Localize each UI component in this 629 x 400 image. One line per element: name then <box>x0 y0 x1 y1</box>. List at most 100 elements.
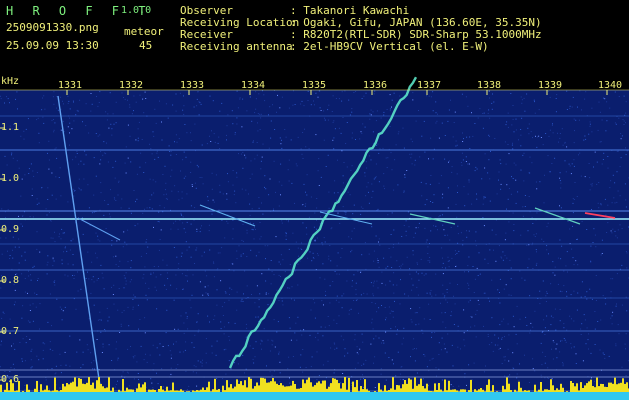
signal-bar <box>246 387 248 392</box>
noise-dot <box>138 328 139 330</box>
noise-dot <box>268 147 270 149</box>
noise-dot <box>328 325 330 327</box>
noise-dot <box>225 292 227 294</box>
noise-dot <box>193 106 195 108</box>
noise-dot <box>221 306 223 308</box>
signal-bar <box>194 391 196 392</box>
noise-dot <box>79 188 80 190</box>
noise-dot <box>238 245 240 247</box>
noise-dot <box>438 182 440 184</box>
noise-dot <box>204 270 206 272</box>
noise-dot <box>181 273 183 275</box>
noise-dot <box>288 180 290 182</box>
noise-dot <box>319 107 321 109</box>
signal-bar <box>492 385 494 392</box>
noise-dot <box>592 242 594 243</box>
noise-dot <box>255 316 257 318</box>
noise-dot <box>73 195 75 197</box>
noise-dot <box>301 334 303 336</box>
signal-bar <box>236 379 238 392</box>
noise-dot <box>12 249 13 251</box>
noise-dot <box>9 371 11 372</box>
noise-dot <box>317 254 319 256</box>
signal-bar <box>258 385 260 392</box>
noise-dot <box>287 287 289 289</box>
noise-dot <box>322 244 324 246</box>
signal-bar <box>22 391 24 392</box>
signal-bar <box>480 388 482 392</box>
noise-dot <box>108 127 110 129</box>
noise-dot <box>73 188 75 190</box>
signal-bar <box>504 389 506 392</box>
noise-dot <box>260 113 262 115</box>
noise-dot <box>282 259 284 261</box>
noise-dot <box>300 248 302 250</box>
noise-dot <box>103 141 105 143</box>
noise-dot <box>220 321 222 323</box>
signal-bar <box>226 380 228 392</box>
noise-dot <box>398 266 400 267</box>
signal-bar <box>260 377 262 392</box>
noise-dot <box>127 157 129 159</box>
noise-dot <box>130 267 132 269</box>
noise-dot <box>539 303 541 305</box>
noise-dot <box>5 217 6 219</box>
filename-label: 2509091330.png <box>6 21 99 34</box>
noise-dot <box>222 378 224 380</box>
noise-dot <box>154 108 156 110</box>
noise-dot <box>328 258 330 260</box>
noise-dot <box>614 202 616 204</box>
noise-dot <box>584 135 586 137</box>
noise-dot <box>118 180 120 182</box>
noise-dot <box>30 359 32 361</box>
noise-dot <box>72 264 74 266</box>
signal-bar <box>382 391 384 392</box>
noise-dot <box>594 234 596 236</box>
noise-dot <box>441 197 443 199</box>
noise-dot <box>280 143 282 145</box>
noise-dot <box>573 199 575 200</box>
noise-dot <box>158 266 159 268</box>
noise-dot <box>395 144 397 146</box>
noise-dot <box>430 290 432 292</box>
signal-bar <box>74 377 76 392</box>
noise-dot <box>373 93 375 95</box>
noise-dot <box>285 235 287 237</box>
noise-dot <box>298 255 299 257</box>
noise-dot <box>180 255 182 257</box>
signal-bar <box>394 389 396 392</box>
noise-dot <box>469 299 471 301</box>
noise-dot <box>268 114 269 116</box>
noise-dot <box>100 159 102 161</box>
noise-dot <box>348 236 350 238</box>
noise-dot <box>276 331 278 333</box>
noise-dot <box>185 312 187 314</box>
noise-dot <box>159 354 161 356</box>
noise-dot <box>512 178 514 179</box>
noise-dot <box>156 372 157 374</box>
signal-bar <box>98 377 100 392</box>
noise-dot <box>292 356 294 357</box>
noise-dot <box>156 152 158 154</box>
noise-dot <box>394 300 395 302</box>
noise-dot <box>543 319 545 321</box>
noise-dot <box>427 246 429 248</box>
noise-dot <box>351 165 353 167</box>
noise-dot <box>99 240 101 242</box>
signal-bar <box>362 389 364 392</box>
noise-dot <box>594 328 596 330</box>
noise-dot <box>185 341 187 343</box>
noise-dot <box>251 120 253 122</box>
noise-dot <box>392 310 394 312</box>
noise-dot <box>98 102 100 103</box>
noise-dot <box>401 236 403 237</box>
noise-dot <box>72 159 74 161</box>
noise-dot <box>349 194 351 196</box>
noise-dot <box>61 228 63 230</box>
noise-dot <box>337 159 338 161</box>
noise-dot <box>602 352 604 354</box>
noise-dot <box>495 234 497 236</box>
noise-dot <box>489 200 491 202</box>
noise-dot <box>235 202 237 204</box>
noise-dot <box>452 136 454 138</box>
